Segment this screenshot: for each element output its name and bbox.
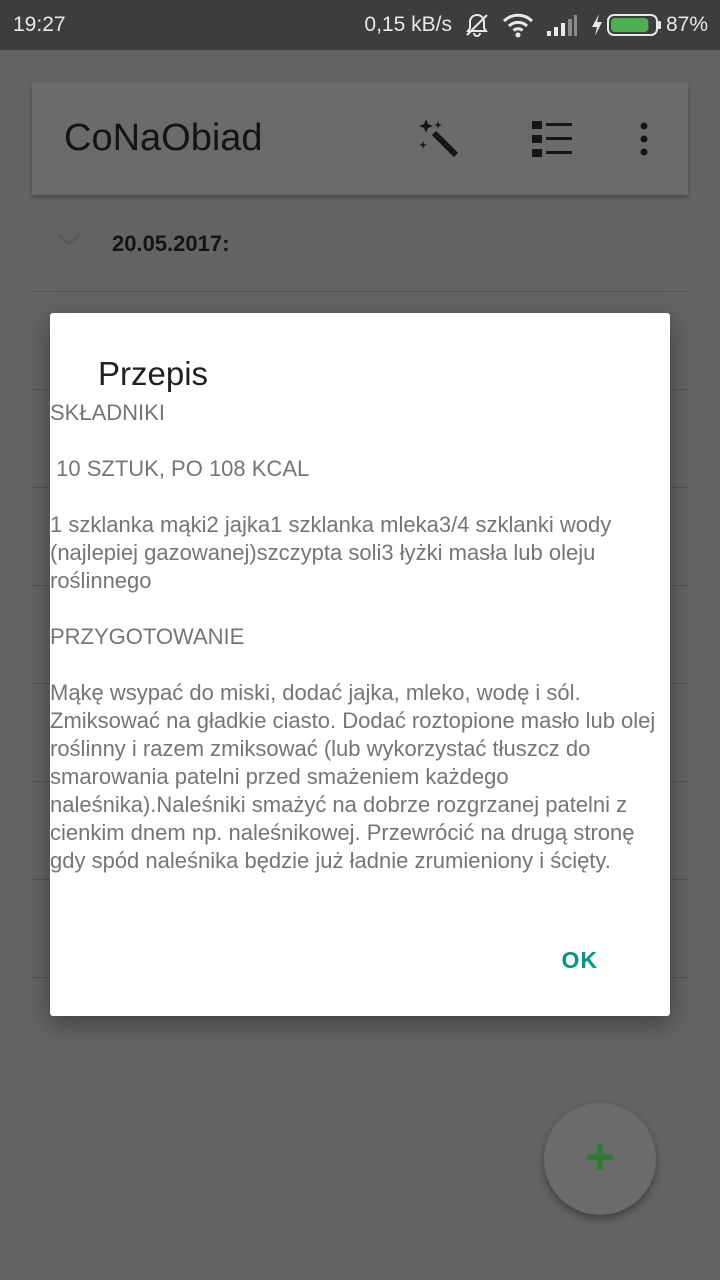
status-right: 0,15 kB/s 87% bbox=[364, 9, 708, 41]
signal-icon bbox=[546, 13, 578, 37]
net-speed: 0,15 kB/s bbox=[364, 13, 452, 36]
charging-icon bbox=[590, 13, 604, 37]
add-fab-button[interactable] bbox=[544, 1103, 656, 1215]
ok-button[interactable]: OK bbox=[562, 947, 599, 974]
chevron-down-icon[interactable] bbox=[56, 231, 82, 252]
magic-wand-icon[interactable] bbox=[418, 117, 462, 161]
app-title: CoNaObiad bbox=[64, 117, 263, 159]
muted-notification-icon bbox=[464, 12, 490, 38]
plus-icon bbox=[585, 1142, 615, 1177]
dialog-title: Przepis bbox=[98, 355, 209, 392]
list-item[interactable]: 20.05.2017: bbox=[32, 195, 688, 292]
status-time: 19:27 bbox=[13, 13, 66, 36]
battery-icon bbox=[606, 13, 663, 37]
status-bar: 19:27 0,15 kB/s 87% bbox=[0, 0, 720, 50]
recipe-dialog: Przepis SKŁADNIKI 10 SZTUK, PO 108 KCAL … bbox=[50, 313, 670, 1016]
battery-percent: 87% bbox=[665, 13, 708, 36]
dialog-body: SKŁADNIKI 10 SZTUK, PO 108 KCAL 1 szklan… bbox=[50, 400, 656, 873]
more-vert-icon[interactable] bbox=[622, 117, 666, 161]
wifi-icon bbox=[502, 12, 534, 38]
list-item-date: 20.05.2017: bbox=[112, 231, 230, 256]
toolbar: CoNaObiad bbox=[32, 83, 688, 195]
battery: 87% bbox=[590, 13, 708, 37]
list-view-icon[interactable] bbox=[530, 117, 574, 161]
